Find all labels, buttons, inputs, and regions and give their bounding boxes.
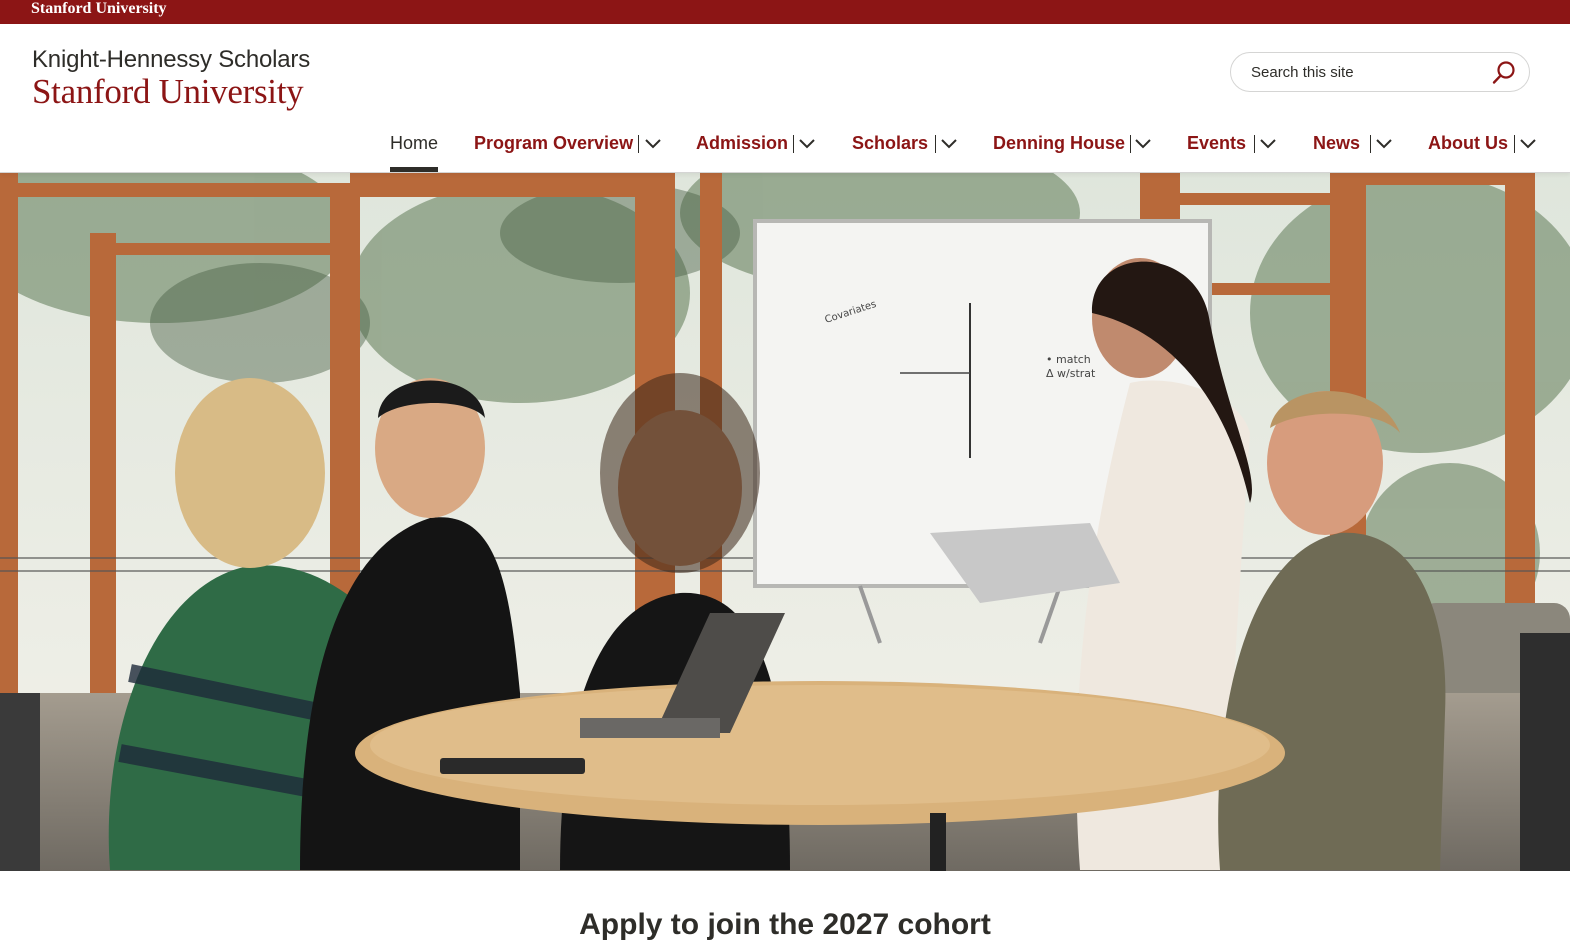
nav-link-events[interactable]: Events — [1187, 132, 1246, 154]
nav-divider — [935, 135, 936, 153]
chevron-down-icon[interactable] — [1375, 137, 1393, 151]
global-identity-bar: Stanford University — [0, 0, 1570, 24]
site-logo[interactable]: Knight-Hennessy Scholars Stanford Univer… — [32, 46, 310, 110]
search-icon — [1492, 61, 1515, 84]
nav-item-program-overview: Program Overview — [474, 128, 664, 172]
chevron-down-icon[interactable] — [1259, 137, 1277, 151]
nav-item-about-us: About Us — [1428, 128, 1540, 172]
logo-line-program: Knight-Hennessy Scholars — [32, 46, 311, 73]
main-navigation: Home Program Overview Admission Scholars… — [0, 128, 1570, 172]
hero-scene-illustration: Covariates • match Δ w/strat — [0, 173, 1570, 871]
nav-item-home: Home — [390, 128, 438, 172]
nav-item-admission: Admission — [696, 128, 818, 172]
nav-link-news[interactable]: News — [1313, 132, 1360, 154]
nav-link-home[interactable]: Home — [390, 132, 438, 154]
chevron-down-icon[interactable] — [644, 137, 662, 151]
chevron-down-icon[interactable] — [940, 137, 958, 151]
whiteboard-note: Δ w/strat — [1046, 367, 1096, 380]
whiteboard-note: • match — [1046, 353, 1091, 366]
nav-divider — [1130, 135, 1131, 153]
nav-link-admission[interactable]: Admission — [696, 132, 788, 154]
nav-divider — [1514, 135, 1515, 153]
nav-link-about-us[interactable]: About Us — [1428, 132, 1508, 154]
active-indicator — [390, 167, 438, 172]
search-button[interactable] — [1491, 60, 1517, 86]
nav-item-news: News — [1313, 128, 1395, 172]
nav-divider — [1254, 135, 1255, 153]
nav-item-scholars: Scholars — [852, 128, 960, 172]
search-box — [1230, 52, 1530, 92]
nav-link-denning-house[interactable]: Denning House — [993, 132, 1125, 154]
nav-divider — [793, 135, 794, 153]
logo-line-university: Stanford University — [32, 72, 304, 111]
nav-link-program-overview[interactable]: Program Overview — [474, 132, 633, 154]
nav-link-scholars[interactable]: Scholars — [852, 132, 928, 154]
nav-item-events: Events — [1187, 128, 1279, 172]
chevron-down-icon[interactable] — [1134, 137, 1152, 151]
apply-heading: Apply to join the 2027 cohort — [579, 908, 991, 941]
nav-divider — [1370, 135, 1371, 153]
chevron-down-icon[interactable] — [1519, 137, 1537, 151]
hero-image: Covariates • match Δ w/strat — [0, 173, 1570, 871]
stanford-university-link[interactable]: Stanford University — [31, 0, 167, 18]
chevron-down-icon[interactable] — [798, 137, 816, 151]
nav-divider — [638, 135, 639, 153]
search-input[interactable] — [1251, 61, 1481, 83]
site-header: Knight-Hennessy Scholars Stanford Univer… — [0, 24, 1570, 173]
nav-item-denning-house: Denning House — [993, 128, 1155, 172]
